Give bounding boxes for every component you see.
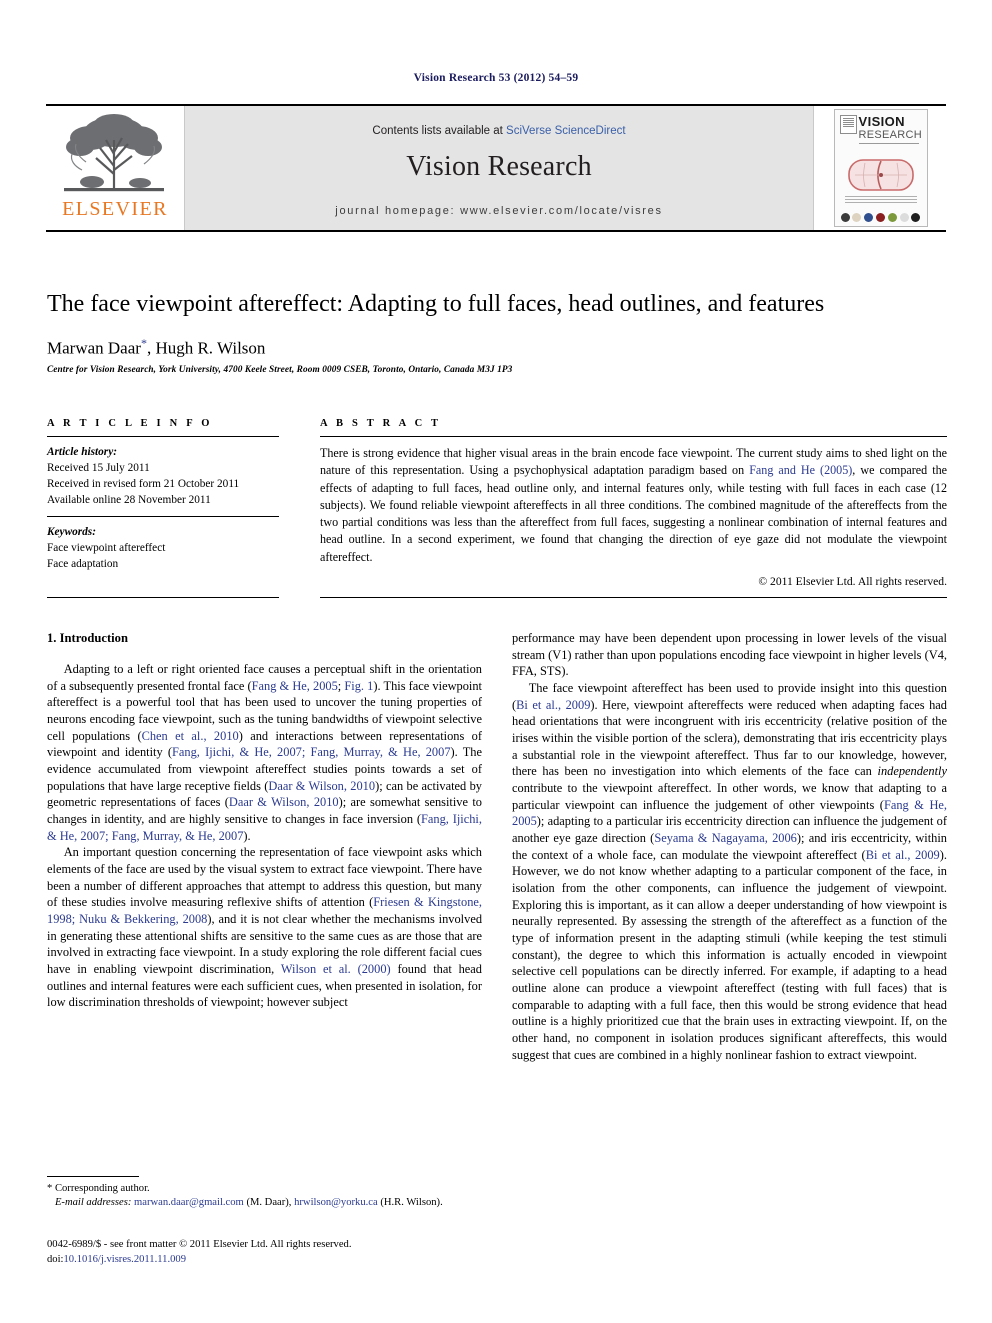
journal-banner: Contents lists available at SciVerse Sci…	[184, 106, 814, 230]
journal-masthead: ELSEVIER Contents lists available at Sci…	[46, 104, 946, 232]
history-item: Received 15 July 2011	[47, 462, 150, 475]
doi-label: doi:	[47, 1253, 64, 1265]
right-column-paragraphs: performance may have been dependent upon…	[512, 630, 947, 1063]
sciencedirect-link[interactable]: SciVerse ScienceDirect	[506, 125, 626, 137]
abstract-part-2: , we compared the effects of adapting to…	[320, 463, 947, 564]
citation-link[interactable]: Daar & Wilson, 2010	[268, 779, 375, 793]
author-list: Marwan Daar*, Hugh R. Wilson	[47, 336, 266, 358]
body-column-right: performance may have been dependent upon…	[512, 630, 947, 1063]
contents-available-line: Contents lists available at SciVerse Sci…	[185, 125, 813, 137]
body-text: ).	[243, 828, 251, 843]
section-heading-introduction: 1. Introduction	[47, 631, 128, 645]
citation-link[interactable]: Fang, Ijichi, & He, 2007; Fang, Murray, …	[172, 745, 451, 759]
journal-title: Vision Research	[406, 151, 592, 182]
footnote-block: * Corresponding author. E-mail addresses…	[47, 1182, 482, 1210]
journal-homepage[interactable]: journal homepage: www.elsevier.com/locat…	[185, 205, 813, 217]
paper-page: Vision Research 53 (2012) 54–59 ELSEVIER…	[0, 0, 992, 1323]
email-addresses-note: E-mail addresses: marwan.daar@gmail.com …	[54, 1197, 443, 1209]
imprint-block: 0042-6989/$ - see front matter © 2011 El…	[47, 1238, 482, 1268]
running-head: Vision Research 53 (2012) 54–59	[413, 72, 579, 84]
issn-front-matter: 0042-6989/$ - see front matter © 2011 El…	[47, 1239, 352, 1250]
email-owner-1: (M. Daar)	[246, 1197, 289, 1209]
elsevier-tree-icon	[64, 114, 164, 192]
body-paragraph: The face viewpoint aftereffect has been …	[512, 680, 947, 1063]
cover-tagline-rule	[858, 143, 919, 146]
citation-link[interactable]: Seyama & Nagayama, 2006	[654, 831, 797, 845]
cover-elsevier-mark-icon	[839, 115, 857, 134]
body-paragraph: An important question concerning the rep…	[47, 844, 482, 1011]
cover-title: VISION	[858, 114, 905, 129]
cover-thumbnail-strip	[840, 213, 921, 222]
body-paragraph: performance may have been dependent upon…	[512, 630, 947, 680]
body-text: independently	[877, 764, 948, 779]
keyword-item: Face adaptation	[47, 558, 119, 571]
abstract-text: There is strong evidence that higher vis…	[320, 445, 947, 566]
citation-link[interactable]: Fang & He, 2005	[252, 679, 338, 693]
email-link-2[interactable]: hrwilson@yorku.ca	[294, 1197, 378, 1208]
author-1: Marwan Daar	[47, 338, 141, 358]
article-history: Article history: Received 15 July 2011 R…	[47, 444, 279, 508]
history-item: Available online 28 November 2011	[47, 494, 211, 507]
body-text: ). However, we do not know whether adapt…	[512, 847, 947, 1062]
citation-link[interactable]: Fig. 1	[344, 679, 373, 693]
info-bottom-rule	[47, 597, 279, 598]
article-history-label: Article history:	[47, 446, 117, 458]
abstract-rule	[320, 436, 947, 437]
cover-diagram-icon	[847, 159, 914, 191]
body-text: contribute to the viewpoint aftereffect.…	[512, 781, 947, 812]
body-text: performance may have been dependent upon…	[512, 631, 947, 679]
keywords-block: Keywords: Face viewpoint aftereffect Fac…	[47, 524, 279, 572]
footnote-separator	[47, 1176, 139, 1177]
cover-caption-lines	[844, 196, 917, 204]
email-link-1[interactable]: marwan.daar@gmail.com	[134, 1197, 244, 1208]
keywords-rule	[47, 516, 279, 518]
author-affiliation: Centre for Vision Research, York Univers…	[47, 365, 513, 375]
citation-link[interactable]: Bi et al., 2009	[866, 848, 940, 862]
email-addresses-label: E-mail addresses:	[54, 1197, 132, 1209]
contents-prefix: Contents lists available at	[372, 125, 507, 137]
left-column-paragraphs: Adapting to a left or right oriented fac…	[47, 661, 482, 1011]
doi-line: doi:10.1016/j.visres.2011.11.009	[47, 1253, 482, 1268]
corresponding-author-marker[interactable]: *	[141, 336, 147, 350]
article-info-rule	[47, 436, 279, 437]
author-2: Hugh R. Wilson	[155, 338, 266, 358]
body-paragraph: Adapting to a left or right oriented fac…	[47, 661, 482, 844]
corresponding-author-note: * Corresponding author.	[47, 1183, 150, 1194]
keyword-item: Face viewpoint aftereffect	[47, 542, 166, 555]
abstract-heading: A B S T R A C T	[320, 418, 442, 429]
body-column-left: 1. Introduction Adapting to a left or ri…	[47, 630, 482, 1011]
page-title: The face viewpoint aftereffect: Adapting…	[47, 291, 825, 317]
cover-image: VISION RESEARCH	[833, 109, 928, 227]
citation-link[interactable]: Bi et al., 2009	[516, 698, 590, 712]
elsevier-wordmark: ELSEVIER	[62, 198, 168, 220]
article-info-block: A R T I C L E I N F O Article history: R…	[47, 418, 279, 572]
journal-cover-thumbnail: VISION RESEARCH	[815, 106, 946, 230]
abstract-citation-link[interactable]: Fang and He (2005)	[749, 463, 852, 477]
abstract-bottom-rule	[320, 597, 947, 598]
elsevier-logo: ELSEVIER	[46, 106, 184, 230]
email-owner-2: (H.R. Wilson).	[380, 1197, 443, 1209]
abstract-copyright: © 2011 Elsevier Ltd. All rights reserved…	[758, 574, 947, 588]
citation-link[interactable]: Chen et al., 2010	[142, 729, 239, 743]
citation-link[interactable]: Wilson et al. (2000)	[281, 962, 391, 976]
history-item: Received in revised form 21 October 2011	[47, 478, 240, 491]
abstract-block: A B S T R A C T There is strong evidence…	[320, 418, 947, 588]
cover-subtitle: RESEARCH	[858, 129, 923, 141]
doi-link[interactable]: 10.1016/j.visres.2011.11.009	[63, 1254, 186, 1265]
citation-link[interactable]: Daar & Wilson, 2010	[229, 795, 339, 809]
keywords-label: Keywords:	[47, 526, 96, 539]
article-info-heading: A R T I C L E I N F O	[47, 418, 213, 429]
